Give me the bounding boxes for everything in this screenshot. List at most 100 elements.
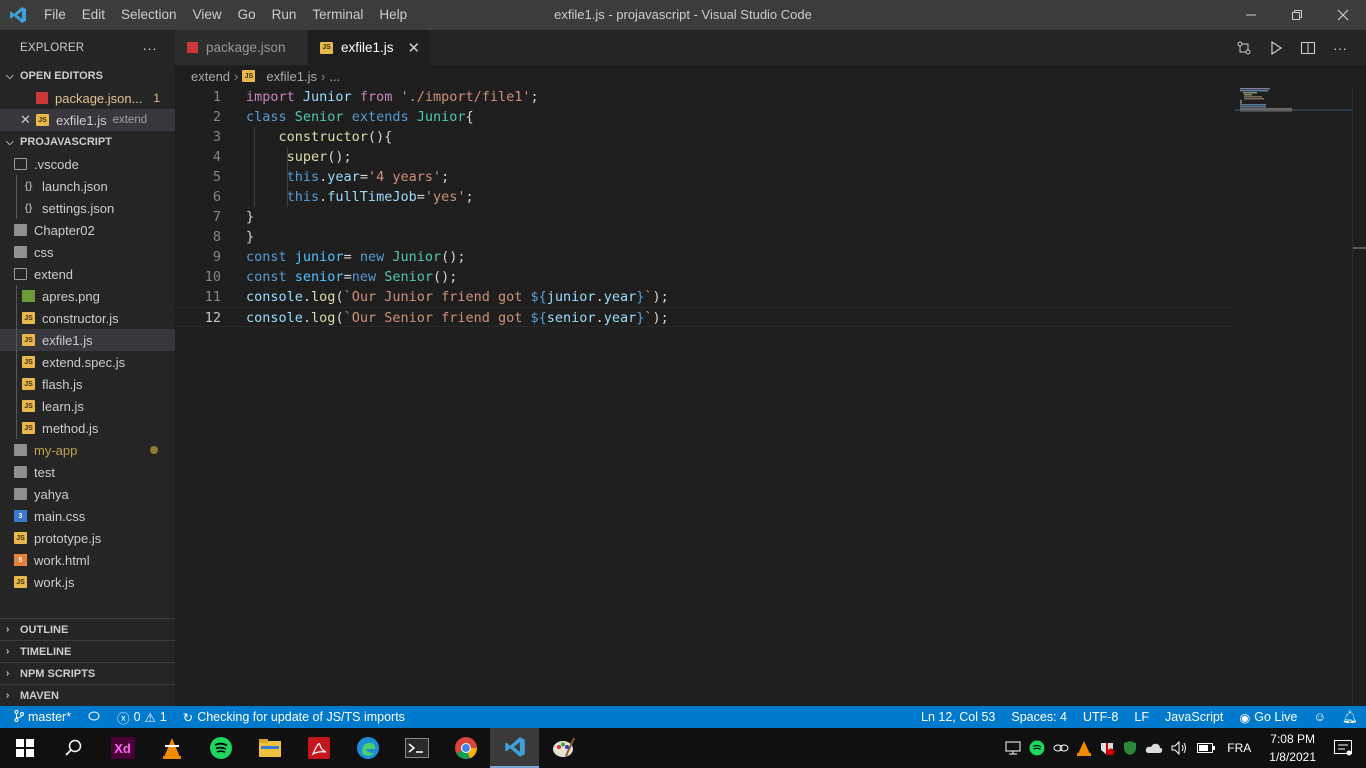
- clock[interactable]: 7:08 PM 1/8/2021: [1259, 730, 1326, 766]
- open-changes-icon[interactable]: [1232, 36, 1256, 60]
- acrobat-icon[interactable]: [294, 728, 343, 768]
- tree-item-apres-png[interactable]: apres.png: [0, 285, 175, 307]
- breadcrumb-symbol[interactable]: ...: [329, 69, 340, 84]
- menu-go[interactable]: Go: [230, 0, 264, 30]
- feedback-icon[interactable]: ☺: [1305, 706, 1334, 728]
- tree-item-main-css[interactable]: 3main.css: [0, 505, 175, 527]
- tree-item-extend-spec-js[interactable]: JSextend.spec.js: [0, 351, 175, 373]
- branch-item[interactable]: master*: [0, 706, 79, 728]
- menu-view[interactable]: View: [185, 0, 230, 30]
- progress-item[interactable]: ↻ Checking for update of JS/TS imports: [175, 706, 413, 728]
- input-language[interactable]: FRA: [1219, 728, 1259, 768]
- battery-tray-icon[interactable]: [1193, 728, 1219, 768]
- open-editor-package-json[interactable]: package.json... 1: [0, 87, 175, 109]
- tab-exfile1[interactable]: JS exfile1.js ✕: [308, 30, 430, 65]
- code-line[interactable]: 9const junior= new Junior();: [175, 247, 1235, 267]
- action-center-icon[interactable]: [1326, 728, 1366, 768]
- vscode-taskbar-icon[interactable]: [490, 728, 539, 768]
- tree-item-method-js[interactable]: JSmethod.js: [0, 417, 175, 439]
- code-editor[interactable]: 1import Junior from './import/file1';2cl…: [175, 87, 1235, 687]
- defender-tray-icon[interactable]: [1119, 728, 1141, 768]
- open-editor-exfile1[interactable]: ✕ JS exfile1.js extend: [0, 109, 175, 131]
- code-line[interactable]: 5 this.year='4 years';: [175, 167, 1235, 187]
- indentation[interactable]: Spaces: 4: [1003, 706, 1075, 728]
- menu-help[interactable]: Help: [371, 0, 415, 30]
- terminal-icon[interactable]: [392, 728, 441, 768]
- menu-selection[interactable]: Selection: [113, 0, 185, 30]
- search-icon[interactable]: [49, 728, 98, 768]
- timeline-section[interactable]: ›TIMELINE: [0, 640, 175, 662]
- vertical-scrollbar[interactable]: [1352, 87, 1366, 706]
- outline-section[interactable]: ›OUTLINE: [0, 618, 175, 640]
- code-line[interactable]: 7}: [175, 207, 1235, 227]
- restore-icon[interactable]: [1274, 0, 1320, 30]
- code-line[interactable]: 6 this.fullTimeJob='yes';: [175, 187, 1235, 207]
- notifications-icon[interactable]: 🔔︎: [1334, 706, 1366, 728]
- language-mode[interactable]: JavaScript: [1157, 706, 1231, 728]
- problems-item[interactable]: ⓧ 0 ⚠ 1: [109, 706, 175, 728]
- spotify-icon[interactable]: [196, 728, 245, 768]
- paint-icon[interactable]: [539, 728, 588, 768]
- windows-start-icon[interactable]: [0, 728, 49, 768]
- more-actions-icon[interactable]: ···: [1328, 36, 1352, 60]
- open-editors-section[interactable]: ⌵ OPEN EDITORS: [0, 65, 175, 87]
- close-tab-icon[interactable]: ✕: [408, 39, 421, 57]
- security-tray-icon[interactable]: [1095, 728, 1119, 768]
- volume-tray-icon[interactable]: [1167, 728, 1193, 768]
- end-of-line[interactable]: LF: [1126, 706, 1157, 728]
- menu-terminal[interactable]: Terminal: [304, 0, 371, 30]
- vlc-tray-icon[interactable]: [1073, 728, 1095, 768]
- tree-item-vscode[interactable]: .vscode: [0, 153, 175, 175]
- tree-item-my-app[interactable]: my-app: [0, 439, 175, 461]
- more-actions-icon[interactable]: ···: [142, 40, 157, 56]
- run-icon[interactable]: [1264, 36, 1288, 60]
- tree-item-learn-js[interactable]: JSlearn.js: [0, 395, 175, 417]
- vlc-icon[interactable]: [147, 728, 196, 768]
- link-tray-icon[interactable]: [1049, 728, 1073, 768]
- adobe-xd-icon[interactable]: Xd: [98, 728, 147, 768]
- tree-item-extend[interactable]: extend: [0, 263, 175, 285]
- scroll-thumb[interactable]: [1353, 247, 1366, 249]
- tree-item-css[interactable]: css: [0, 241, 175, 263]
- spotify-tray-icon[interactable]: [1025, 728, 1049, 768]
- close-icon[interactable]: [1320, 0, 1366, 30]
- tree-item-yahya[interactable]: yahya: [0, 483, 175, 505]
- edge-icon[interactable]: [343, 728, 392, 768]
- code-line[interactable]: 3 constructor(){: [175, 127, 1235, 147]
- split-editor-icon[interactable]: [1296, 36, 1320, 60]
- onedrive-tray-icon[interactable]: [1141, 728, 1167, 768]
- code-line[interactable]: 1import Junior from './import/file1';: [175, 87, 1235, 107]
- tree-item-work-html[interactable]: 5work.html: [0, 549, 175, 571]
- tree-item-exfile1-js[interactable]: JSexfile1.js: [0, 329, 175, 351]
- tree-item-settings-json[interactable]: {}settings.json: [0, 197, 175, 219]
- code-line[interactable]: 2class Senior extends Junior{: [175, 107, 1235, 127]
- project-section[interactable]: ⌵ PROJAVASCRIPT: [0, 131, 175, 153]
- code-line[interactable]: 8}: [175, 227, 1235, 247]
- menu-file[interactable]: File: [36, 0, 74, 30]
- menu-run[interactable]: Run: [264, 0, 305, 30]
- tree-item-test[interactable]: test: [0, 461, 175, 483]
- tree-item-chapter02[interactable]: Chapter02: [0, 219, 175, 241]
- code-line[interactable]: 4 super();: [175, 147, 1235, 167]
- maven-section[interactable]: ›MAVEN: [0, 684, 175, 706]
- chrome-icon[interactable]: [441, 728, 490, 768]
- code-line[interactable]: 12console.log(`Our Senior friend got ${s…: [175, 307, 1235, 327]
- tree-item-constructor-js[interactable]: JSconstructor.js: [0, 307, 175, 329]
- minimize-icon[interactable]: [1228, 0, 1274, 30]
- code-line[interactable]: 11console.log(`Our Junior friend got ${j…: [175, 287, 1235, 307]
- cursor-position[interactable]: Ln 12, Col 53: [913, 706, 1003, 728]
- tree-item-launch-json[interactable]: {}launch.json: [0, 175, 175, 197]
- go-live-item[interactable]: ◉ Go Live: [1231, 706, 1305, 728]
- breadcrumb-file[interactable]: exfile1.js: [266, 69, 317, 84]
- tree-item-flash-js[interactable]: JSflash.js: [0, 373, 175, 395]
- network-pc-icon[interactable]: [1001, 728, 1025, 768]
- menu-edit[interactable]: Edit: [74, 0, 113, 30]
- tree-item-work-js[interactable]: JSwork.js: [0, 571, 175, 593]
- breadcrumb-folder[interactable]: extend: [191, 69, 230, 84]
- encoding[interactable]: UTF-8: [1075, 706, 1126, 728]
- npm-scripts-section[interactable]: ›NPM SCRIPTS: [0, 662, 175, 684]
- tree-item-prototype-js[interactable]: JSprototype.js: [0, 527, 175, 549]
- close-editor-icon[interactable]: ✕: [20, 112, 36, 128]
- minimap[interactable]: [1235, 87, 1352, 706]
- code-line[interactable]: 10const senior=new Senior();: [175, 267, 1235, 287]
